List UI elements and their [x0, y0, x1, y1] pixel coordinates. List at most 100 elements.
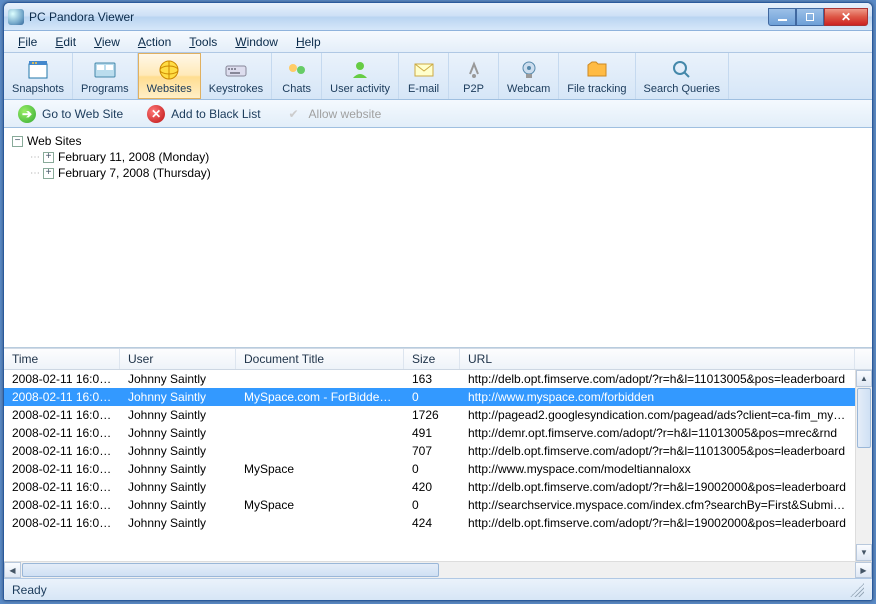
toolbar-programs-button[interactable]: Programs: [73, 53, 138, 99]
expand-icon[interactable]: +: [43, 168, 54, 179]
table-row[interactable]: 2008-02-11 16:05:47Johnny SaintlyMySpace…: [4, 460, 872, 478]
sub-toolbar: ➔ Go to Web Site ✕ Add to Black List ✔ A…: [4, 100, 872, 128]
titlebar[interactable]: PC Pandora Viewer ✕: [4, 3, 872, 31]
keystrokes-icon: [224, 58, 248, 82]
menu-edit[interactable]: Edit: [47, 33, 84, 51]
toolbar-label: Search Queries: [644, 83, 720, 95]
menu-action[interactable]: Action: [130, 33, 179, 51]
table-row[interactable]: 2008-02-11 16:04:54Johnny Saintly424http…: [4, 514, 872, 532]
cell-user: Johnny Saintly: [120, 443, 236, 459]
toolbar-p2p-button[interactable]: P2P: [449, 53, 499, 99]
useractivity-icon: [348, 58, 372, 82]
cell-url: http://www.myspace.com/forbidden: [460, 389, 855, 405]
tree-node[interactable]: ⋯ + February 7, 2008 (Thursday): [30, 166, 864, 180]
cell-time: 2008-02-11 16:06:30: [4, 371, 120, 387]
scroll-thumb[interactable]: [857, 388, 871, 448]
allow-icon: ✔: [285, 105, 303, 123]
cell-time: 2008-02-11 16:05:18: [4, 497, 120, 513]
cell-size: 163: [404, 371, 460, 387]
minimize-button[interactable]: [768, 8, 796, 26]
toolbar-filetracking-button[interactable]: File tracking: [559, 53, 635, 99]
tree-node-label: February 11, 2008 (Monday): [58, 150, 209, 164]
menu-window[interactable]: Window: [227, 33, 286, 51]
table-row[interactable]: 2008-02-11 16:05:21Johnny Saintly420http…: [4, 478, 872, 496]
menu-help[interactable]: Help: [288, 33, 329, 51]
close-button[interactable]: ✕: [824, 8, 868, 26]
tree-pane[interactable]: − Web Sites ⋯ + February 11, 2008 (Monda…: [4, 128, 872, 348]
table-row[interactable]: 2008-02-11 16:06:30Johnny Saintly163http…: [4, 370, 872, 388]
toolbar-chats-button[interactable]: Chats: [272, 53, 322, 99]
menu-tools[interactable]: Tools: [181, 33, 225, 51]
toolbar-label: Webcam: [507, 83, 550, 95]
cell-title: [236, 414, 404, 416]
toolbar-useractivity-button[interactable]: User activity: [322, 53, 399, 99]
table-row[interactable]: 2008-02-11 16:05:47Johnny Saintly707http…: [4, 442, 872, 460]
horizontal-scrollbar[interactable]: ◀ ▶: [4, 561, 872, 578]
goto-icon: ➔: [18, 105, 36, 123]
statusbar: Ready: [4, 578, 872, 600]
email-icon: [412, 58, 436, 82]
cell-time: 2008-02-11 16:04:54: [4, 515, 120, 531]
menubar: File Edit View Action Tools Window Help: [4, 31, 872, 53]
table-row[interactable]: 2008-02-11 16:06:29Johnny SaintlyMySpace…: [4, 388, 872, 406]
tree-node[interactable]: ⋯ + February 11, 2008 (Monday): [30, 150, 864, 164]
add-blacklist-button[interactable]: ✕ Add to Black List: [137, 102, 270, 126]
allow-label: Allow website: [309, 107, 382, 121]
toolbar-searchqueries-button[interactable]: Search Queries: [636, 53, 729, 99]
col-time[interactable]: Time: [4, 349, 120, 369]
table-row[interactable]: 2008-02-11 16:05:47Johnny Saintly491http…: [4, 424, 872, 442]
expand-icon[interactable]: +: [43, 152, 54, 163]
tree-root[interactable]: − Web Sites: [12, 134, 864, 148]
cell-url: http://searchservice.myspace.com/index.c…: [460, 497, 855, 513]
toolbar-label: Websites: [147, 83, 192, 95]
table-header: Time User Document Title Size URL: [4, 348, 872, 370]
status-text: Ready: [12, 583, 47, 597]
goto-website-button[interactable]: ➔ Go to Web Site: [8, 102, 133, 126]
col-user[interactable]: User: [120, 349, 236, 369]
toolbar-label: User activity: [330, 83, 390, 95]
resize-grip[interactable]: [850, 583, 864, 597]
scroll-down-arrow[interactable]: ▼: [856, 544, 872, 561]
menu-file[interactable]: File: [10, 33, 45, 51]
cell-user: Johnny Saintly: [120, 497, 236, 513]
table-pane: Time User Document Title Size URL 2008-0…: [4, 348, 872, 578]
table-body[interactable]: 2008-02-11 16:06:30Johnny Saintly163http…: [4, 370, 872, 561]
collapse-icon[interactable]: −: [12, 136, 23, 147]
cell-title: [236, 450, 404, 452]
tree-root-label: Web Sites: [27, 134, 81, 148]
cell-title: [236, 378, 404, 380]
vertical-scrollbar[interactable]: ▲ ▼: [855, 370, 872, 561]
toolbar-keystrokes-button[interactable]: Keystrokes: [201, 53, 272, 99]
scroll-thumb[interactable]: [22, 563, 439, 577]
scroll-right-arrow[interactable]: ▶: [855, 562, 872, 578]
table-row[interactable]: 2008-02-11 16:05:18Johnny SaintlyMySpace…: [4, 496, 872, 514]
cell-user: Johnny Saintly: [120, 515, 236, 531]
toolbar-label: Programs: [81, 83, 129, 95]
scroll-track[interactable]: [21, 562, 855, 578]
table-row[interactable]: 2008-02-11 16:05:48Johnny Saintly1726htt…: [4, 406, 872, 424]
scroll-track[interactable]: [856, 449, 872, 544]
maximize-button[interactable]: [796, 8, 824, 26]
menu-view[interactable]: View: [86, 33, 128, 51]
col-title[interactable]: Document Title: [236, 349, 404, 369]
cell-size: 420: [404, 479, 460, 495]
cell-title: [236, 486, 404, 488]
scroll-left-arrow[interactable]: ◀: [4, 562, 21, 578]
searchqueries-icon: [670, 58, 694, 82]
toolbar-snapshots-button[interactable]: Snapshots: [4, 53, 73, 99]
cell-size: 491: [404, 425, 460, 441]
p2p-icon: [462, 58, 486, 82]
allow-website-button: ✔ Allow website: [275, 102, 392, 126]
toolbar-websites-button[interactable]: Websites: [138, 53, 201, 99]
scroll-up-arrow[interactable]: ▲: [856, 370, 872, 387]
content-area: − Web Sites ⋯ + February 11, 2008 (Monda…: [4, 128, 872, 578]
toolbar-label: E-mail: [408, 83, 439, 95]
cell-size: 424: [404, 515, 460, 531]
toolbar-webcam-button[interactable]: Webcam: [499, 53, 559, 99]
cell-time: 2008-02-11 16:05:48: [4, 407, 120, 423]
col-url[interactable]: URL: [460, 349, 855, 369]
toolbar-email-button[interactable]: E-mail: [399, 53, 449, 99]
cell-title: MySpace: [236, 461, 404, 477]
col-size[interactable]: Size: [404, 349, 460, 369]
toolbar-label: Chats: [282, 83, 311, 95]
